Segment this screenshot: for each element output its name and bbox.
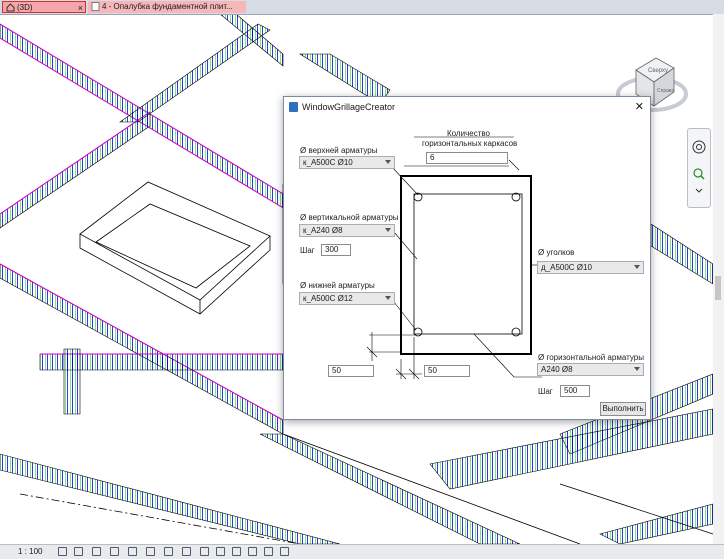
- scrollbar-thumb[interactable]: [715, 276, 721, 300]
- tab-formwork-plan[interactable]: 4 - Опалубка фундаментной плит...: [88, 1, 246, 13]
- view-control-bar: 1 : 100: [0, 544, 724, 559]
- horizontal-rebar-label: Ø горизонтальной арматуры: [538, 353, 644, 362]
- cover-bottom-input[interactable]: 50: [424, 365, 470, 377]
- tab-formwork-label: 4 - Опалубка фундаментной плит...: [102, 2, 233, 11]
- analytical-model-icon[interactable]: [264, 547, 273, 556]
- highlight-icon[interactable]: [248, 547, 257, 556]
- count-label-line1: Количество: [447, 129, 490, 138]
- bottom-rebar-label: Ø нижней арматуры: [300, 281, 375, 290]
- chevron-down-icon: [634, 265, 640, 269]
- chevron-down-icon: [385, 296, 391, 300]
- navigation-bar: [687, 128, 711, 208]
- close-tab-icon[interactable]: ×: [78, 2, 83, 14]
- temporary-hide-icon[interactable]: [200, 547, 209, 556]
- viewcube-top-label: Сверху: [648, 68, 668, 74]
- corner-rebar-label: Ø уголков: [538, 248, 575, 257]
- horizontal-step-input[interactable]: 500: [560, 385, 590, 397]
- visual-style-icon[interactable]: [74, 547, 83, 556]
- top-rebar-value: к_А500С Ø10: [303, 158, 353, 167]
- vertical-rebar-label: Ø вертикальной арматуры: [300, 213, 399, 222]
- vertical-step-label: Шаг: [300, 246, 315, 255]
- vertical-scrollbar[interactable]: [713, 14, 724, 544]
- bottom-rebar-select[interactable]: к_А500С Ø12: [299, 292, 395, 305]
- corner-rebar-select[interactable]: д_А500С Ø10: [537, 261, 644, 274]
- horizontal-step-label: Шаг: [538, 387, 553, 396]
- chevron-down-icon[interactable]: [695, 188, 703, 193]
- vertical-rebar-value: к_А240 Ø8: [303, 226, 343, 235]
- horizontal-rebar-value: А240 Ø8: [541, 365, 573, 374]
- run-button[interactable]: Выполнить: [600, 402, 646, 416]
- sun-path-icon[interactable]: [92, 547, 101, 556]
- tab-3d-label: (3D): [17, 3, 33, 12]
- top-rebar-select[interactable]: к_А500С Ø10: [299, 156, 395, 169]
- detail-level-icon[interactable]: [58, 547, 67, 556]
- lock-view-icon[interactable]: [182, 547, 191, 556]
- constraints-icon[interactable]: [280, 547, 289, 556]
- count-input[interactable]: 6: [426, 152, 508, 164]
- corner-rebar-value: д_А500С Ø10: [541, 263, 592, 272]
- viewcube-right-label: Справа: [657, 88, 674, 94]
- shadows-icon[interactable]: [110, 547, 119, 556]
- chevron-down-icon: [634, 367, 640, 371]
- window-grillage-creator-dialog: WindowGrillageCreator ✕ Количество гориз…: [283, 96, 651, 420]
- cover-left-input[interactable]: 50: [328, 365, 374, 377]
- crop-view-icon[interactable]: [146, 547, 155, 556]
- top-rebar-label: Ø верхней арматуры: [300, 146, 378, 155]
- reveal-hidden-icon[interactable]: [216, 547, 225, 556]
- bottom-rebar-value: к_А500С Ø12: [303, 294, 353, 303]
- worksharing-icon[interactable]: [232, 547, 241, 556]
- zoom-icon[interactable]: [693, 168, 705, 180]
- tab-3d[interactable]: (3D) ×: [2, 1, 86, 13]
- show-crop-icon[interactable]: [164, 547, 173, 556]
- home-icon: [6, 3, 15, 12]
- scale-label[interactable]: 1 : 100: [18, 547, 42, 556]
- chevron-down-icon: [385, 228, 391, 232]
- view-tab-bar: (3D) × 4 - Опалубка фундаментной плит...: [0, 0, 724, 15]
- horizontal-rebar-select[interactable]: А240 Ø8: [537, 363, 644, 376]
- chevron-down-icon: [385, 160, 391, 164]
- vertical-step-input[interactable]: 300: [321, 244, 351, 256]
- document-icon: [91, 2, 100, 11]
- render-icon[interactable]: [128, 547, 137, 556]
- steering-wheel-icon[interactable]: [692, 140, 706, 154]
- vertical-rebar-select[interactable]: к_А240 Ø8: [299, 224, 395, 237]
- count-label-line2: горизонтальных каркасов: [422, 139, 518, 148]
